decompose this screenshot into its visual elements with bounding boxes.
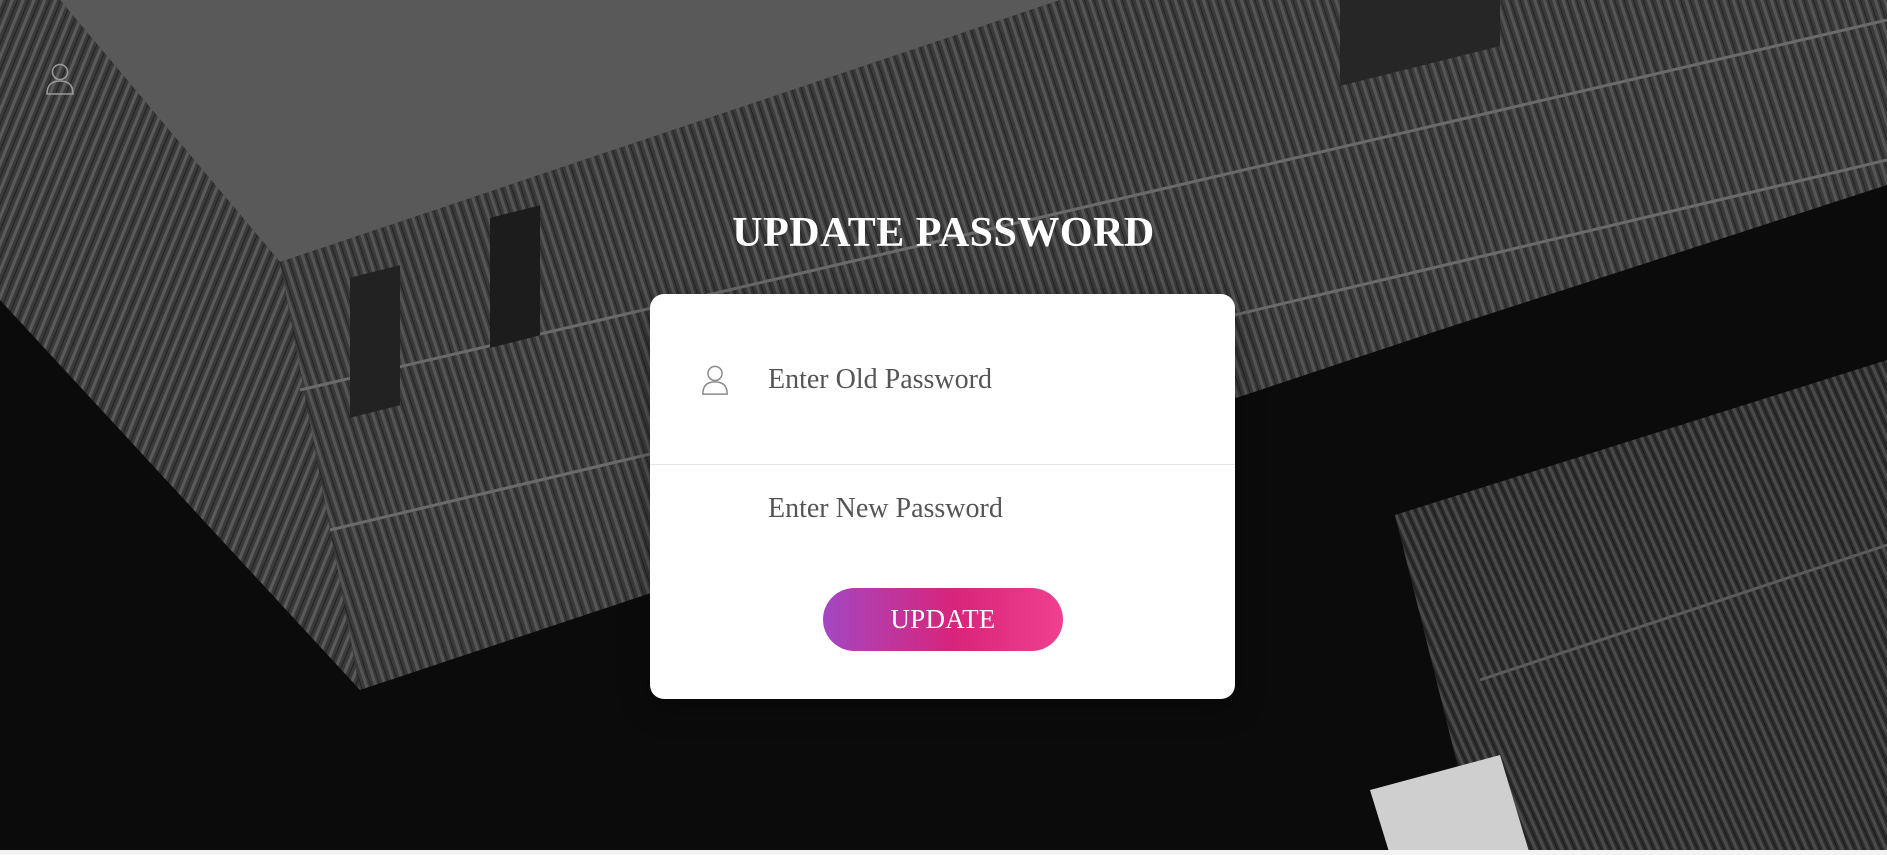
user-icon[interactable] — [44, 62, 76, 96]
bottom-divider — [0, 850, 1887, 855]
update-password-page: UPDATE PASSWORD UPDATE — [0, 0, 1887, 855]
new-password-input[interactable] — [768, 489, 1188, 529]
update-button[interactable]: UPDATE — [823, 588, 1063, 651]
page-title: UPDATE PASSWORD — [732, 210, 1155, 257]
update-password-card: UPDATE — [650, 294, 1235, 699]
new-password-row — [650, 465, 1235, 565]
old-password-row — [650, 294, 1235, 465]
old-password-input[interactable] — [768, 360, 1188, 400]
user-icon — [700, 364, 730, 396]
